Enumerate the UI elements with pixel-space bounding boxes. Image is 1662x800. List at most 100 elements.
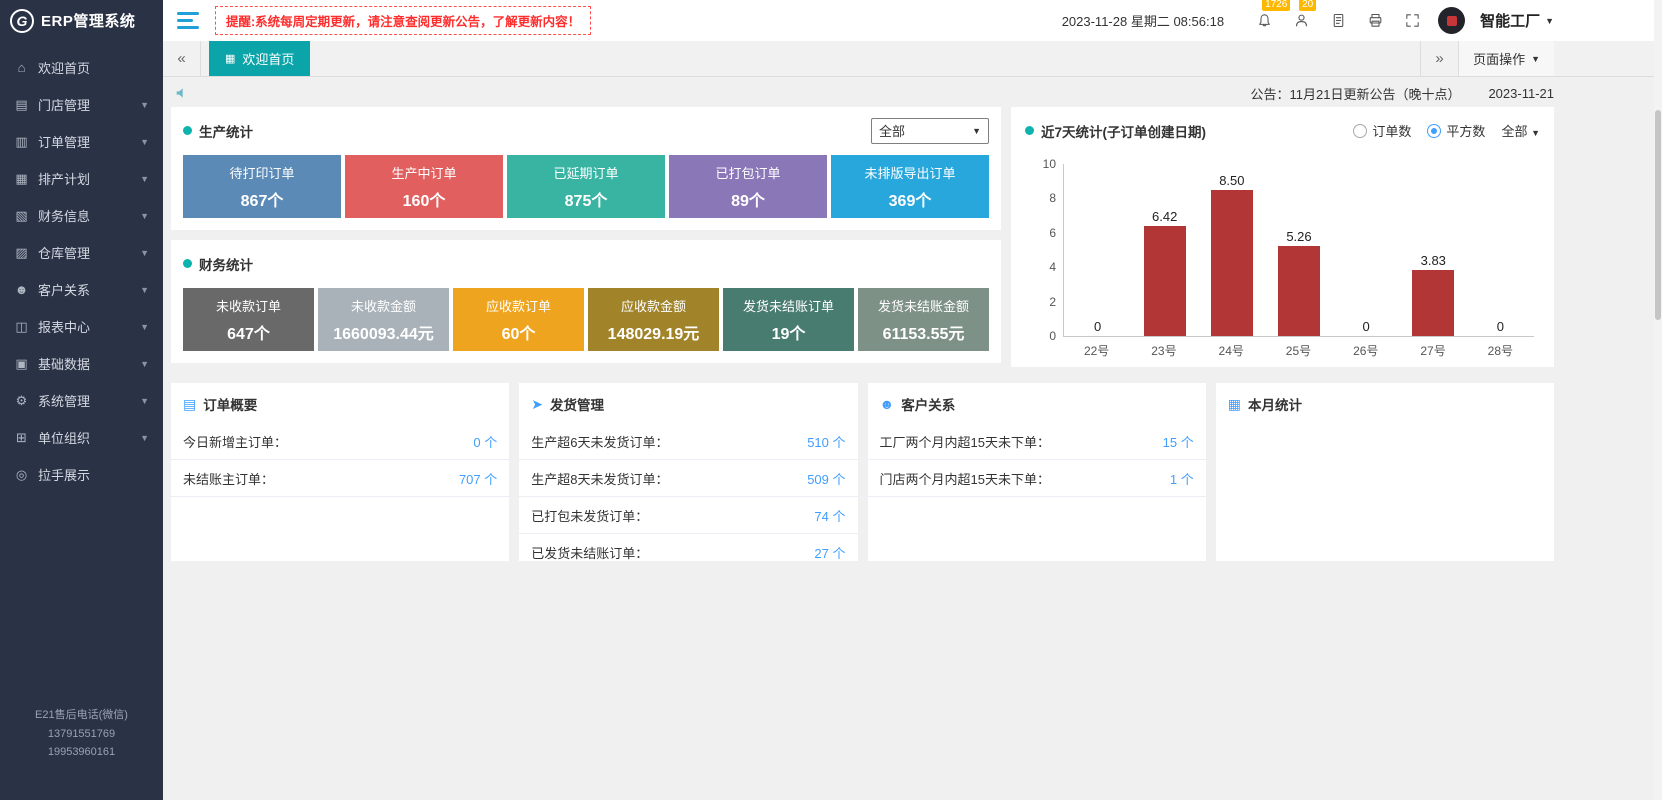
- sidebar-item-3[interactable]: ▦排产计划▼: [0, 160, 163, 197]
- bar-slot: 3.83: [1400, 164, 1467, 336]
- stat-card-value: 369个: [889, 187, 932, 211]
- info-row-value[interactable]: 0 个: [473, 432, 497, 451]
- stat-card[interactable]: 应收款订单60个: [453, 288, 584, 351]
- bar-value-label: 6.42: [1152, 209, 1177, 224]
- tab-welcome-home[interactable]: ▦ 欢迎首页: [209, 41, 310, 76]
- panel-production-stats: 生产统计 全部 ▼ 待打印订单867个生产中订单160个已延期订单875个已打包…: [171, 107, 1001, 230]
- stat-card[interactable]: 已打包订单89个: [669, 155, 827, 218]
- announcement-link[interactable]: 公告：11月21日更新公告（晚十点）: [1250, 84, 1460, 103]
- bar-slot: 5.26: [1265, 164, 1332, 336]
- bar-value-label: 3.83: [1421, 253, 1446, 268]
- radio-selected-icon[interactable]: [1427, 124, 1441, 138]
- production-filter-select[interactable]: 全部 ▼: [871, 118, 989, 144]
- document-icon[interactable]: [1327, 10, 1349, 32]
- chevron-down-icon: ▼: [1531, 128, 1540, 138]
- info-row-label: 今日新增主订单：: [183, 432, 287, 451]
- y-axis-tick: 2: [1049, 295, 1056, 309]
- production-filter-value: 全部: [879, 121, 905, 140]
- scrollbar: [1654, 0, 1662, 800]
- info-row: 已发货未结账订单：27 个: [519, 534, 857, 561]
- bar[interactable]: [1278, 246, 1320, 336]
- tab-bar: « ▦ 欢迎首页 » 页面操作 ▼: [163, 41, 1662, 77]
- customer-icon: ☻: [14, 282, 29, 297]
- tabs-scroll-right-button[interactable]: »: [1420, 41, 1458, 76]
- info-row-label: 未结账主订单：: [183, 469, 274, 488]
- stat-card[interactable]: 未排版导出订单369个: [831, 155, 989, 218]
- sidebar-item-8[interactable]: ▣基础数据▼: [0, 345, 163, 382]
- chevron-down-icon: ▼: [140, 396, 149, 406]
- chart-radio-1[interactable]: 平方数: [1427, 121, 1485, 140]
- stat-card[interactable]: 已延期订单875个: [507, 155, 665, 218]
- stat-card[interactable]: 待打印订单867个: [183, 155, 341, 218]
- panel-finance-stats: 财务统计 未收款订单647个未收款金额1660093.44元应收款订单60个应收…: [171, 240, 1001, 363]
- user-avatar[interactable]: [1438, 7, 1465, 34]
- radio-unselected-icon[interactable]: [1353, 124, 1367, 138]
- stat-card[interactable]: 未收款订单647个: [183, 288, 314, 351]
- store-icon: ▤: [14, 97, 29, 113]
- stat-card[interactable]: 未收款金额1660093.44元: [318, 288, 449, 351]
- info-row-value[interactable]: 74 个: [814, 506, 845, 525]
- scrollbar-thumb[interactable]: [1655, 110, 1661, 320]
- stat-card[interactable]: 发货未结账订单19个: [723, 288, 854, 351]
- info-row-label: 生产超8天未发货订单：: [531, 469, 668, 488]
- chart-radio-0[interactable]: 订单数: [1353, 121, 1411, 140]
- sidebar-item-11[interactable]: ◎拉手展示: [0, 456, 163, 493]
- stat-card-value: 60个: [502, 320, 536, 344]
- panel-7day-chart: 近7天统计(子订单创建日期) 订单数平方数 全部 ▼ 024681006.428…: [1011, 107, 1554, 367]
- y-axis-tick: 10: [1043, 157, 1056, 171]
- info-row: 门店两个月内超15天未下单：1 个: [868, 460, 1206, 497]
- sidebar-item-label: 排产计划: [38, 169, 90, 188]
- order-icon: ▥: [14, 134, 29, 150]
- teal-dot-icon: [1025, 126, 1034, 135]
- tabs-scroll-left-button[interactable]: «: [163, 41, 201, 76]
- printer-icon[interactable]: [1364, 10, 1386, 32]
- chart-filter-select[interactable]: 全部 ▼: [1501, 121, 1540, 140]
- sidebar-item-0[interactable]: ⌂欢迎首页: [0, 49, 163, 86]
- sidebar-item-label: 系统管理: [38, 391, 90, 410]
- sidebar-item-6[interactable]: ☻客户关系▼: [0, 271, 163, 308]
- bar[interactable]: [1412, 270, 1454, 336]
- sidebar-item-9[interactable]: ⚙系统管理▼: [0, 382, 163, 419]
- footer-line-2: 13791551769: [0, 725, 163, 744]
- announcement-bar: 公告：11月21日更新公告（晚十点） 2023-11-21: [171, 79, 1554, 107]
- sidebar-item-7[interactable]: ◫报表中心▼: [0, 308, 163, 345]
- message-badge: 20: [1299, 0, 1316, 11]
- sidebar-item-1[interactable]: ▤门店管理▼: [0, 86, 163, 123]
- info-row-value[interactable]: 509 个: [807, 469, 845, 488]
- stat-card-label: 已打包订单: [715, 163, 780, 182]
- bar-slot: 6.42: [1131, 164, 1198, 336]
- info-row-value[interactable]: 510 个: [807, 432, 845, 451]
- sidebar-item-5[interactable]: ▨仓库管理▼: [0, 234, 163, 271]
- info-panel-title: 发货管理: [550, 394, 604, 414]
- system-notice: 提醒:系统每周定期更新，请注意查阅更新公告，了解更新内容！: [215, 6, 591, 35]
- app-title: ERP管理系统: [41, 10, 135, 31]
- data-icon: ▣: [14, 356, 29, 372]
- x-axis-label: 23号: [1130, 342, 1197, 359]
- chevron-down-icon: ▼: [140, 100, 149, 110]
- user-menu[interactable]: 智能工厂 ▼: [1480, 10, 1554, 31]
- info-row-value[interactable]: 27 个: [814, 543, 845, 561]
- info-row-value[interactable]: 707 个: [459, 469, 497, 488]
- bar-slot: 0: [1064, 164, 1131, 336]
- info-row-value[interactable]: 1 个: [1170, 469, 1194, 488]
- fullscreen-icon[interactable]: [1401, 10, 1423, 32]
- info-row-value[interactable]: 15 个: [1163, 432, 1194, 451]
- info-panel-header: ➤发货管理: [519, 383, 857, 423]
- speaker-icon[interactable]: [171, 82, 193, 104]
- stat-card[interactable]: 应收款金额148029.19元: [588, 288, 719, 351]
- panel-customers: ☻客户关系工厂两个月内超15天未下单：15 个门店两个月内超15天未下单：1 个: [868, 383, 1206, 561]
- user-message-icon[interactable]: 20: [1290, 10, 1312, 32]
- stat-card[interactable]: 发货未结账金额61153.55元: [858, 288, 989, 351]
- stat-card[interactable]: 生产中订单160个: [345, 155, 503, 218]
- sidebar-item-2[interactable]: ▥订单管理▼: [0, 123, 163, 160]
- page-actions-dropdown[interactable]: 页面操作 ▼: [1458, 41, 1554, 76]
- bar[interactable]: [1144, 226, 1186, 336]
- hamburger-menu-icon[interactable]: [177, 12, 199, 29]
- info-row: 工厂两个月内超15天未下单：15 个: [868, 423, 1206, 460]
- chevron-down-icon: ▼: [140, 137, 149, 147]
- sidebar-item-4[interactable]: ▧财务信息▼: [0, 197, 163, 234]
- bell-icon[interactable]: 1726: [1253, 10, 1275, 32]
- sidebar-item-10[interactable]: ⊞单位组织▼: [0, 419, 163, 456]
- stat-card-value: 61153.55元: [883, 320, 965, 344]
- bar[interactable]: [1211, 190, 1253, 336]
